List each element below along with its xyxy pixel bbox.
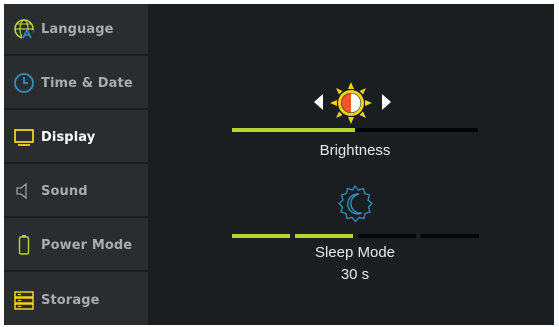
- brightness-slider[interactable]: [232, 128, 478, 132]
- sleep-mode-value: 30 s: [340, 266, 370, 283]
- brightness-slider-fill: [232, 128, 355, 132]
- sidebar-item-sound[interactable]: Sound: [4, 166, 148, 218]
- brightness-control: [312, 78, 392, 124]
- brightness-increase-arrow-icon[interactable]: [382, 94, 391, 110]
- storage-icon: [13, 289, 35, 311]
- sidebar-item-time-date[interactable]: Time & Date: [4, 58, 148, 110]
- monitor-icon: [13, 126, 35, 148]
- sidebar: Language Time & Date Display Sound Power…: [4, 4, 148, 325]
- sleep-mode-segment[interactable]: [295, 234, 353, 238]
- moon-icon: [338, 184, 373, 223]
- display-settings-panel: Brightness Sleep Mode 30 s: [148, 4, 554, 325]
- sleep-mode-segment[interactable]: [232, 234, 290, 238]
- battery-icon: [13, 234, 35, 256]
- sidebar-item-storage[interactable]: Storage: [4, 274, 148, 325]
- sidebar-item-language[interactable]: Language: [4, 4, 148, 56]
- sidebar-item-label: Sound: [41, 183, 88, 199]
- sidebar-item-label: Storage: [41, 292, 100, 308]
- sleep-mode-segment[interactable]: [358, 234, 416, 238]
- sleep-mode-label: Sleep Mode: [314, 244, 396, 261]
- sidebar-item-power-mode[interactable]: Power Mode: [4, 220, 148, 272]
- sidebar-item-label: Display: [41, 129, 96, 145]
- brightness-icon: [330, 82, 372, 124]
- globe-icon: [13, 18, 35, 40]
- sidebar-item-label: Power Mode: [41, 237, 133, 253]
- settings-screen: Language Time & Date Display Sound Power…: [4, 4, 554, 325]
- sidebar-item-label: Language: [41, 21, 114, 37]
- speaker-icon: [13, 180, 35, 202]
- sidebar-item-display[interactable]: Display: [4, 112, 148, 164]
- sidebar-item-label: Time & Date: [41, 75, 133, 91]
- brightness-decrease-arrow-icon[interactable]: [314, 94, 323, 110]
- clock-icon: [13, 72, 35, 94]
- brightness-label: Brightness: [319, 142, 391, 159]
- sleep-mode-segment[interactable]: [421, 234, 479, 238]
